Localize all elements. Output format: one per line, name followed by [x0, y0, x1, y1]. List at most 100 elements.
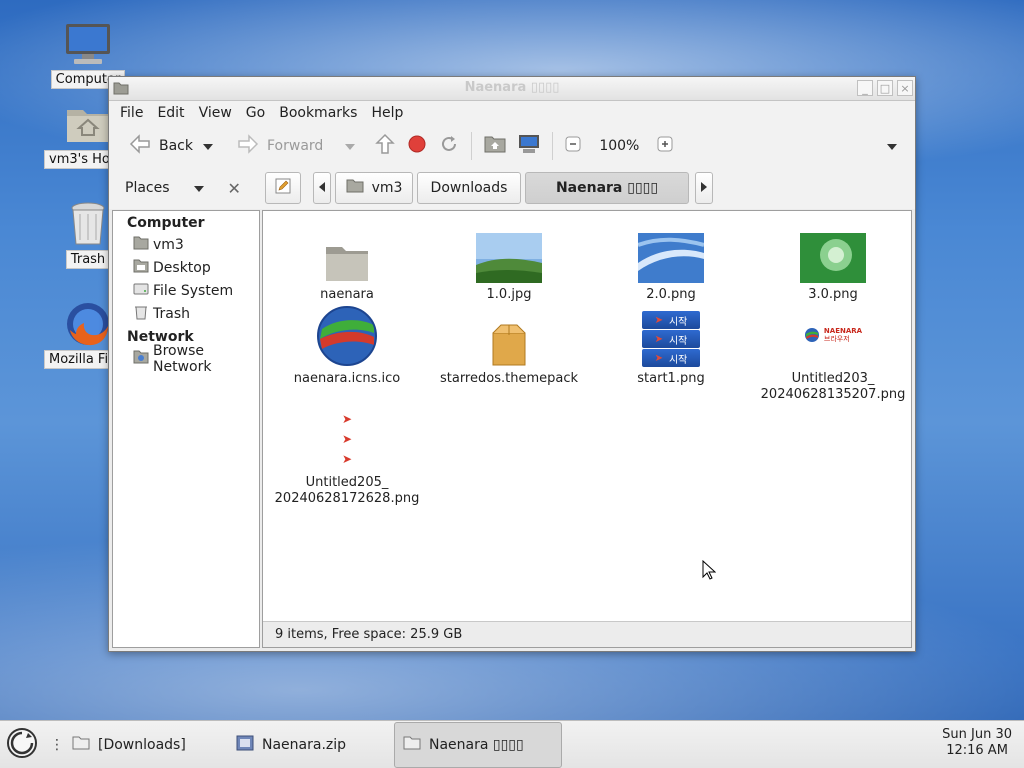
places-sidebar: Computer vm3 Desktop File System Trash N… — [112, 210, 260, 648]
zoom-in-button[interactable] — [651, 129, 679, 163]
clock[interactable]: Sun Jun 30 12:16 AM — [942, 727, 1012, 759]
mouse-cursor-icon — [702, 559, 717, 584]
chevron-right-icon — [701, 180, 707, 196]
menu-view[interactable]: View — [192, 105, 239, 121]
reload-icon — [439, 134, 459, 158]
file-item[interactable]: naenara — [267, 223, 427, 303]
breadcrumb-current[interactable]: Naenara ▯▯▯▯ — [525, 172, 689, 204]
menu-go[interactable]: Go — [239, 105, 272, 121]
package-icon — [429, 303, 589, 367]
file-item[interactable]: naenara.icns.ico — [267, 303, 427, 387]
home-button[interactable] — [478, 129, 512, 163]
naenara-logo-icon — [267, 303, 427, 367]
taskbar-handle-icon[interactable]: ⋮ — [50, 737, 64, 753]
file-name: 3.0.png — [808, 287, 858, 302]
home-folder-icon — [133, 236, 149, 254]
sidebar-item-trash[interactable]: Trash — [113, 302, 259, 325]
edit-location-button[interactable] — [265, 172, 301, 204]
close-sidebar-icon[interactable]: ✕ — [228, 179, 241, 198]
start-menu-button[interactable] — [0, 722, 46, 768]
taskbar-item-label: Naenara.zip — [262, 736, 347, 753]
file-name: start1.png — [637, 371, 705, 386]
back-button[interactable]: Back — [123, 129, 199, 163]
path-scroll-right-button[interactable] — [695, 172, 713, 204]
sidebar-item-label: Trash — [153, 305, 190, 322]
file-item[interactable]: 3.0.png — [753, 223, 913, 303]
menu-edit[interactable]: Edit — [150, 105, 191, 121]
chevron-down-icon — [887, 138, 897, 154]
forward-history-dropdown[interactable] — [341, 129, 359, 163]
taskbar: ⋮ [Downloads] Naenara.zip Naenara ▯▯▯▯ S… — [0, 720, 1024, 768]
image-thumbnail — [591, 223, 751, 283]
status-bar: 9 items, Free space: 25.9 GB — [263, 621, 911, 647]
arrow-icon: ➤ — [341, 452, 353, 466]
desktop-icon-label: Trash — [65, 250, 111, 269]
places-label: Places — [125, 180, 170, 196]
location-bar: Places ✕ vm3 Downloads Naenara ▯▯▯▯ — [109, 167, 915, 209]
file-name: starredos.themepack — [439, 371, 578, 386]
breadcrumb-home[interactable]: vm3 — [335, 172, 413, 204]
folder-icon — [267, 223, 427, 283]
archive-icon — [236, 735, 254, 755]
breadcrumb-downloads[interactable]: Downloads — [417, 172, 521, 204]
arrow-icon: ➤ — [341, 412, 353, 426]
toolbar: Back Forward 100% — [109, 125, 915, 167]
chevron-left-icon — [319, 180, 325, 196]
maximize-button[interactable]: □ — [877, 80, 893, 96]
back-history-dropdown[interactable] — [199, 129, 217, 163]
zoom-out-button[interactable] — [559, 129, 587, 163]
file-item[interactable]: ➤ 시작 ➤ 시작 ➤ 시작 start1.png — [591, 303, 751, 387]
up-button[interactable] — [369, 129, 401, 163]
toolbar-overflow-button[interactable] — [881, 129, 903, 163]
sidebar-item-browse-network[interactable]: Browse Network — [113, 343, 259, 375]
forward-button[interactable]: Forward — [231, 129, 329, 163]
computer-button[interactable] — [512, 129, 546, 163]
taskbar-item-downloads[interactable]: [Downloads] — [64, 722, 228, 768]
start-button-graphic: ➤ 시작 — [642, 330, 700, 348]
forward-label: Forward — [267, 138, 324, 154]
reload-button[interactable] — [433, 129, 465, 163]
menu-file[interactable]: File — [113, 105, 150, 121]
close-button[interactable]: × — [897, 80, 913, 96]
breadcrumb-label: Naenara ▯▯▯▯ — [555, 180, 659, 196]
thumb-text: 시작 — [668, 335, 688, 347]
file-item[interactable]: 2.0.png — [591, 223, 751, 303]
taskbar-item-naenara-folder[interactable]: Naenara ▯▯▯▯ — [394, 721, 562, 768]
path-scroll-left-button[interactable] — [313, 172, 331, 204]
places-selector[interactable]: Places ✕ — [109, 179, 259, 198]
forward-arrow-icon — [237, 134, 259, 158]
file-name: 2.0.png — [646, 287, 696, 302]
sidebar-item-desktop[interactable]: Desktop — [113, 256, 259, 279]
taskbar-item-naenara-zip[interactable]: Naenara.zip — [228, 722, 394, 768]
file-item[interactable]: ➤ ➤ ➤ Untitled205_ 20240628172628.png — [267, 407, 427, 507]
toolbar-separator — [552, 132, 554, 160]
file-name: naenara.icns.ico — [293, 371, 401, 386]
up-arrow-icon — [375, 133, 396, 159]
edit-location-icon — [275, 178, 291, 198]
file-item[interactable]: NAENARA 브라우저 Untitled203_ 20240628135207… — [753, 303, 913, 403]
breadcrumb-label: Downloads — [430, 180, 508, 196]
file-view: naenara 1.0.jpg 2.0.png 3.0.png naenara.… — [262, 210, 912, 648]
sidebar-header-computer: Computer — [127, 215, 205, 231]
firefox-icon — [64, 300, 112, 348]
stop-button[interactable] — [401, 129, 433, 163]
menu-help[interactable]: Help — [364, 105, 410, 121]
file-item[interactable]: 1.0.jpg — [429, 223, 589, 303]
taskbar-item-label: [Downloads] — [98, 736, 186, 753]
chevron-down-icon — [193, 180, 204, 196]
sidebar-item-vm3[interactable]: vm3 — [113, 233, 259, 256]
menu-bookmarks[interactable]: Bookmarks — [272, 105, 364, 121]
sidebar-item-label: Desktop — [153, 259, 211, 276]
minimize-button[interactable]: _ — [857, 80, 873, 96]
trash-icon — [133, 304, 149, 324]
home-folder-icon — [484, 135, 506, 157]
clock-date: Sun Jun 30 — [942, 727, 1012, 742]
sidebar-item-file-system[interactable]: File System — [113, 279, 259, 302]
file-item[interactable]: starredos.themepack — [429, 303, 589, 387]
thumb-text: 시작 — [668, 316, 688, 328]
thumb-text: 시작 — [668, 354, 688, 366]
window-titlebar[interactable]: Naenara ▯▯▯▯ _ □ × — [109, 77, 915, 101]
window-title: Naenara ▯▯▯▯ — [464, 80, 560, 95]
sidebar-item-label: File System — [153, 282, 234, 299]
image-thumbnail: ➤ ➤ ➤ — [267, 407, 427, 471]
